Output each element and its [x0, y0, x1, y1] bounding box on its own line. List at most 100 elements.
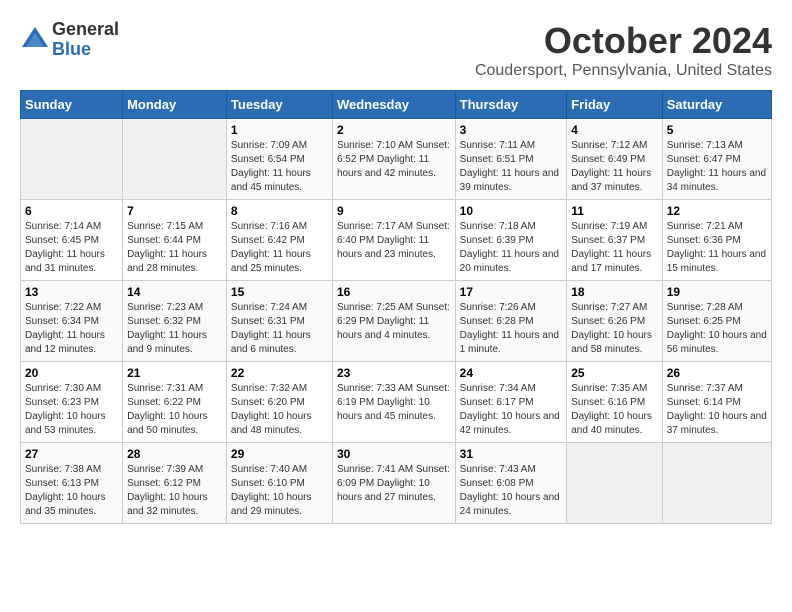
day-cell: 11 Sunrise: 7:19 AM Sunset: 6:37 PM Dayli… — [567, 200, 663, 281]
day-number: 20 — [25, 366, 118, 380]
day-cell — [662, 443, 771, 524]
day-cell: 7 Sunrise: 7:15 AM Sunset: 6:44 PM Daylig… — [123, 200, 227, 281]
day-info: Sunrise: 7:24 AM Sunset: 6:31 PM Dayligh… — [231, 301, 328, 357]
day-info: Sunrise: 7:22 AM Sunset: 6:34 PM Dayligh… — [25, 301, 118, 357]
day-cell: 1Sunrise: 7:09 AM Sunset: 6:54 PM Daylig… — [226, 119, 332, 200]
day-cell — [123, 119, 227, 200]
logo-icon — [20, 25, 50, 55]
header-row: SundayMondayTuesdayWednesdayThursdayFrid… — [21, 91, 772, 119]
day-number: 6 — [25, 204, 118, 218]
day-cell: 22 Sunrise: 7:32 AM Sunset: 6:20 PM Dayli… — [226, 362, 332, 443]
day-cell: 6Sunrise: 7:14 AM Sunset: 6:45 PM Daylig… — [21, 200, 123, 281]
day-number: 18 — [571, 285, 658, 299]
day-info: Sunrise: 7:19 AM Sunset: 6:37 PM Dayligh… — [571, 220, 658, 276]
day-cell: 24Sunrise: 7:34 AM Sunset: 6:17 PM Dayli… — [455, 362, 567, 443]
week-row-1: 1Sunrise: 7:09 AM Sunset: 6:54 PM Daylig… — [21, 119, 772, 200]
day-cell: 30 Sunrise: 7:41 AM Sunset: 6:09 PM Dayli… — [332, 443, 455, 524]
day-number: 25 — [571, 366, 658, 380]
day-info: Sunrise: 7:28 AM Sunset: 6:25 PM Dayligh… — [667, 301, 767, 357]
day-info: Sunrise: 7:27 AM Sunset: 6:26 PM Dayligh… — [571, 301, 658, 357]
logo-text: General Blue — [52, 20, 119, 60]
day-info: Sunrise: 7:09 AM Sunset: 6:54 PM Dayligh… — [231, 139, 328, 195]
day-info: Sunrise: 7:43 AM Sunset: 6:08 PM Dayligh… — [460, 463, 563, 519]
page-header: General Blue October 2024 Coudersport, P… — [20, 20, 772, 80]
day-info: Sunrise: 7:40 AM Sunset: 6:10 PM Dayligh… — [231, 463, 328, 519]
day-info: Sunrise: 7:25 AM Sunset: 6:29 PM Dayligh… — [337, 301, 451, 343]
day-info: Sunrise: 7:34 AM Sunset: 6:17 PM Dayligh… — [460, 382, 563, 438]
day-number: 14 — [127, 285, 222, 299]
day-number: 4 — [571, 123, 658, 137]
day-number: 23 — [337, 366, 451, 380]
logo: General Blue — [20, 20, 119, 60]
day-number: 27 — [25, 447, 118, 461]
day-cell: 28 Sunrise: 7:39 AM Sunset: 6:12 PM Dayli… — [123, 443, 227, 524]
day-number: 15 — [231, 285, 328, 299]
day-info: Sunrise: 7:38 AM Sunset: 6:13 PM Dayligh… — [25, 463, 118, 519]
day-info: Sunrise: 7:35 AM Sunset: 6:16 PM Dayligh… — [571, 382, 658, 438]
day-cell: 21Sunrise: 7:31 AM Sunset: 6:22 PM Dayli… — [123, 362, 227, 443]
day-info: Sunrise: 7:30 AM Sunset: 6:23 PM Dayligh… — [25, 382, 118, 438]
header-cell-sunday: Sunday — [21, 91, 123, 119]
day-cell: 9Sunrise: 7:17 AM Sunset: 6:40 PM Daylig… — [332, 200, 455, 281]
day-cell: 13 Sunrise: 7:22 AM Sunset: 6:34 PM Dayli… — [21, 281, 123, 362]
day-cell — [567, 443, 663, 524]
day-info: Sunrise: 7:31 AM Sunset: 6:22 PM Dayligh… — [127, 382, 222, 438]
day-info: Sunrise: 7:41 AM Sunset: 6:09 PM Dayligh… — [337, 463, 451, 505]
day-cell: 12Sunrise: 7:21 AM Sunset: 6:36 PM Dayli… — [662, 200, 771, 281]
day-info: Sunrise: 7:10 AM Sunset: 6:52 PM Dayligh… — [337, 139, 451, 181]
day-cell: 15 Sunrise: 7:24 AM Sunset: 6:31 PM Dayli… — [226, 281, 332, 362]
day-number: 13 — [25, 285, 118, 299]
day-cell: 26Sunrise: 7:37 AM Sunset: 6:14 PM Dayli… — [662, 362, 771, 443]
day-cell: 25 Sunrise: 7:35 AM Sunset: 6:16 PM Dayli… — [567, 362, 663, 443]
calendar-title: October 2024 — [475, 20, 772, 62]
day-number: 8 — [231, 204, 328, 218]
day-number: 22 — [231, 366, 328, 380]
day-cell: 3Sunrise: 7:11 AM Sunset: 6:51 PM Daylig… — [455, 119, 567, 200]
day-number: 7 — [127, 204, 222, 218]
day-info: Sunrise: 7:39 AM Sunset: 6:12 PM Dayligh… — [127, 463, 222, 519]
header-cell-wednesday: Wednesday — [332, 91, 455, 119]
day-number: 19 — [667, 285, 767, 299]
day-number: 17 — [460, 285, 563, 299]
day-number: 28 — [127, 447, 222, 461]
day-info: Sunrise: 7:13 AM Sunset: 6:47 PM Dayligh… — [667, 139, 767, 195]
day-number: 16 — [337, 285, 451, 299]
day-cell: 19 Sunrise: 7:28 AM Sunset: 6:25 PM Dayli… — [662, 281, 771, 362]
day-info: Sunrise: 7:15 AM Sunset: 6:44 PM Dayligh… — [127, 220, 222, 276]
header-cell-friday: Friday — [567, 91, 663, 119]
day-cell: 14Sunrise: 7:23 AM Sunset: 6:32 PM Dayli… — [123, 281, 227, 362]
day-cell: 4Sunrise: 7:12 AM Sunset: 6:49 PM Daylig… — [567, 119, 663, 200]
week-row-5: 27 Sunrise: 7:38 AM Sunset: 6:13 PM Dayli… — [21, 443, 772, 524]
day-number: 11 — [571, 204, 658, 218]
logo-blue: Blue — [52, 40, 119, 60]
calendar-table: SundayMondayTuesdayWednesdayThursdayFrid… — [20, 90, 772, 524]
day-number: 29 — [231, 447, 328, 461]
day-cell: 16 Sunrise: 7:25 AM Sunset: 6:29 PM Dayli… — [332, 281, 455, 362]
header-cell-monday: Monday — [123, 91, 227, 119]
day-cell: 18 Sunrise: 7:27 AM Sunset: 6:26 PM Dayli… — [567, 281, 663, 362]
day-number: 26 — [667, 366, 767, 380]
calendar-body: 1Sunrise: 7:09 AM Sunset: 6:54 PM Daylig… — [21, 119, 772, 524]
day-info: Sunrise: 7:33 AM Sunset: 6:19 PM Dayligh… — [337, 382, 451, 424]
day-cell: 20 Sunrise: 7:30 AM Sunset: 6:23 PM Dayli… — [21, 362, 123, 443]
day-number: 31 — [460, 447, 563, 461]
day-cell: 29 Sunrise: 7:40 AM Sunset: 6:10 PM Dayli… — [226, 443, 332, 524]
day-number: 2 — [337, 123, 451, 137]
day-cell: 2 Sunrise: 7:10 AM Sunset: 6:52 PM Daylig… — [332, 119, 455, 200]
day-cell: 8Sunrise: 7:16 AM Sunset: 6:42 PM Daylig… — [226, 200, 332, 281]
day-info: Sunrise: 7:32 AM Sunset: 6:20 PM Dayligh… — [231, 382, 328, 438]
day-cell: 31 Sunrise: 7:43 AM Sunset: 6:08 PM Dayli… — [455, 443, 567, 524]
week-row-2: 6Sunrise: 7:14 AM Sunset: 6:45 PM Daylig… — [21, 200, 772, 281]
day-number: 9 — [337, 204, 451, 218]
header-cell-saturday: Saturday — [662, 91, 771, 119]
day-cell: 10Sunrise: 7:18 AM Sunset: 6:39 PM Dayli… — [455, 200, 567, 281]
day-cell: 5 Sunrise: 7:13 AM Sunset: 6:47 PM Daylig… — [662, 119, 771, 200]
day-info: Sunrise: 7:18 AM Sunset: 6:39 PM Dayligh… — [460, 220, 563, 276]
calendar-header: SundayMondayTuesdayWednesdayThursdayFrid… — [21, 91, 772, 119]
day-number: 5 — [667, 123, 767, 137]
header-cell-tuesday: Tuesday — [226, 91, 332, 119]
week-row-4: 20 Sunrise: 7:30 AM Sunset: 6:23 PM Dayli… — [21, 362, 772, 443]
day-number: 30 — [337, 447, 451, 461]
day-cell — [21, 119, 123, 200]
title-block: October 2024 Coudersport, Pennsylvania, … — [475, 20, 772, 80]
